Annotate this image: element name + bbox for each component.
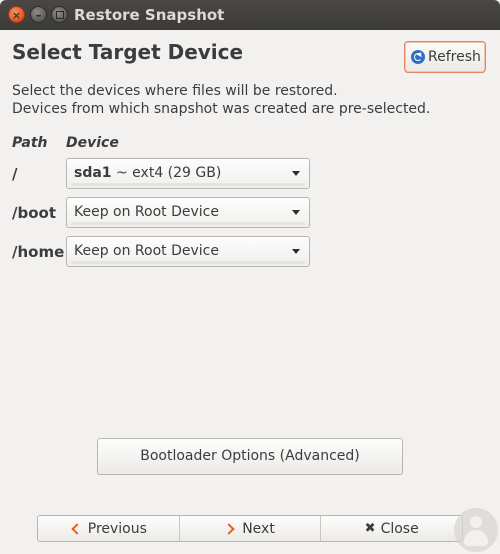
next-label: Next <box>242 520 275 537</box>
device-select-root[interactable]: sda1 ~ ext4 (29 GB) <box>66 158 310 189</box>
watermark-logo <box>454 508 498 552</box>
chevron-right-icon <box>223 522 235 535</box>
restore-snapshot-window: × – Restore Snapshot Select Target Devic… <box>0 0 500 554</box>
watermark-head <box>470 516 482 528</box>
dropdown-arrow-icon <box>292 249 300 254</box>
refresh-icon <box>411 50 425 64</box>
close-icon: × <box>11 9 22 22</box>
close-label: Close <box>380 520 419 537</box>
window-maximize-button[interactable] <box>51 6 68 23</box>
description: Select the devices where files will be r… <box>12 82 430 118</box>
window-title: Restore Snapshot <box>74 6 225 24</box>
device-select-boot[interactable]: Keep on Root Device <box>66 197 310 228</box>
select-underline <box>71 183 305 186</box>
refresh-button[interactable]: Refresh <box>404 41 486 73</box>
device-detail: Keep on Root Device <box>74 204 219 220</box>
bootloader-options-button[interactable]: Bootloader Options (Advanced) <box>97 438 403 475</box>
description-line-1: Select the devices where files will be r… <box>12 83 338 99</box>
path-label-boot: /boot <box>12 204 56 222</box>
previous-button[interactable]: Previous <box>38 516 179 541</box>
page-title: Select Target Device <box>12 40 244 64</box>
next-button[interactable]: Next <box>178 516 321 541</box>
path-label-home: /home <box>12 243 65 261</box>
device-name: sda1 <box>74 165 112 181</box>
path-label-root: / <box>12 165 18 183</box>
previous-label: Previous <box>87 520 147 537</box>
watermark-body <box>464 530 488 546</box>
device-select-home[interactable]: Keep on Root Device <box>66 236 310 267</box>
device-select-value: sda1 ~ ext4 (29 GB) <box>74 165 221 181</box>
window-minimize-button[interactable]: – <box>30 6 47 23</box>
close-button[interactable]: ✖ Close <box>320 516 462 541</box>
dropdown-arrow-icon <box>292 210 300 215</box>
device-column-header: Device <box>66 135 119 151</box>
title-bar: × – Restore Snapshot <box>0 0 500 30</box>
dropdown-arrow-icon <box>292 171 300 176</box>
chevron-left-icon <box>71 522 83 535</box>
device-select-value: Keep on Root Device <box>74 204 219 220</box>
select-underline <box>71 222 305 225</box>
device-detail: Keep on Root Device <box>74 243 219 259</box>
select-underline <box>71 261 305 264</box>
device-select-value: Keep on Root Device <box>74 243 219 259</box>
wizard-navigation: Previous Next ✖ Close <box>37 515 463 542</box>
path-column-header: Path <box>12 135 48 151</box>
close-x-icon: ✖ <box>364 521 376 536</box>
minimize-icon: – <box>35 8 42 22</box>
device-detail: ~ ext4 (29 GB) <box>111 165 222 181</box>
description-line-2: Devices from which snapshot was created … <box>12 101 431 117</box>
refresh-label: Refresh <box>428 49 481 65</box>
window-close-button[interactable]: × <box>8 6 25 23</box>
maximize-icon <box>56 11 64 19</box>
